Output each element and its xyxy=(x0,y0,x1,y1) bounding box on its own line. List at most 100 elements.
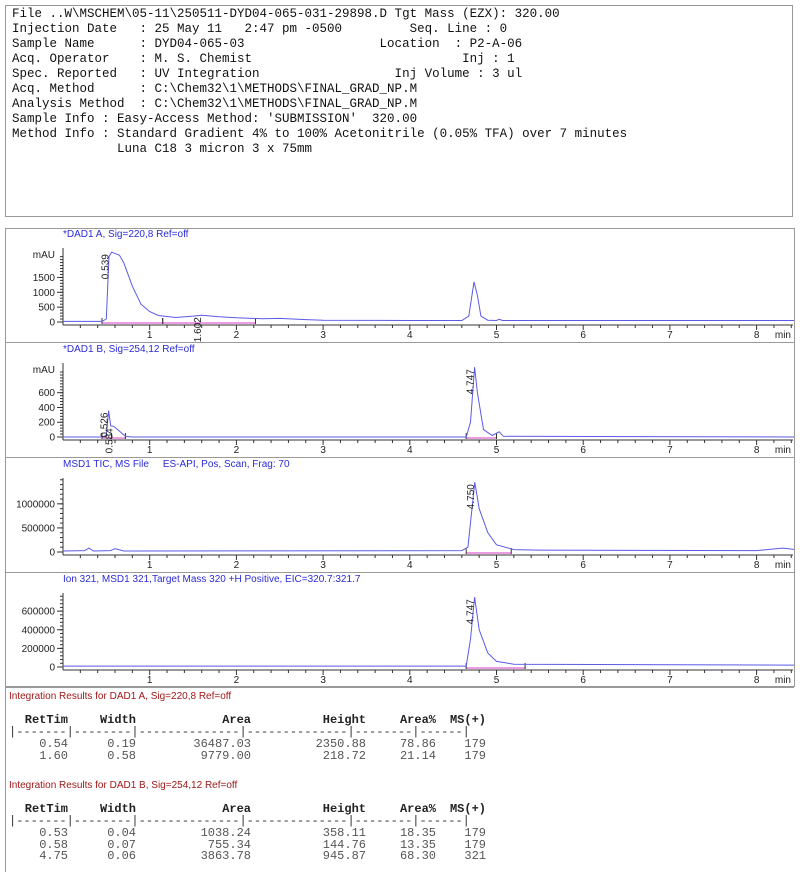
x-tick-label: 5 xyxy=(494,330,500,341)
x-tick-label: 6 xyxy=(580,445,586,456)
table-cell: 1.60 xyxy=(39,748,68,763)
header-line: Analysis Method : C:\Chem32\1\METHODS\FI… xyxy=(12,97,418,111)
peak-label: 4.747 xyxy=(466,599,477,624)
x-tick-label: 4 xyxy=(407,330,413,341)
table-cell: 3863.78 xyxy=(200,849,251,863)
table-row: 0.53 0.04 1038.24 358.11 18.35 179 xyxy=(6,826,506,840)
y-tick-label: 200 xyxy=(38,418,55,429)
x-axis-label: min xyxy=(775,445,791,456)
table-row: 4.75 0.06 3863.78 945.87 68.30 321 xyxy=(6,849,506,863)
table-title: Integration Results for DAD1 A, Sig=220,… xyxy=(9,691,232,702)
x-tick-label: 5 xyxy=(494,445,500,456)
signal-trace xyxy=(63,251,794,322)
y-tick-label: 200000 xyxy=(22,644,56,655)
y-tick-label: 0 xyxy=(49,663,55,674)
signal-trace xyxy=(62,482,794,552)
x-tick-label: 8 xyxy=(754,675,760,686)
peak-label: 0.539 xyxy=(101,254,112,279)
table-cell: 0.58 xyxy=(107,748,136,763)
peak-label: 4.750 xyxy=(466,484,477,509)
x-tick-label: 7 xyxy=(667,675,673,686)
x-tick-label: 1 xyxy=(147,330,153,341)
header-line: Acq. Method : C:\Chem32\1\METHODS\FINAL_… xyxy=(12,82,418,96)
y-tick-label: 600 xyxy=(38,388,55,399)
table-title: Integration Results for DAD1 B, Sig=254,… xyxy=(9,780,238,791)
y-tick-label: 1500 xyxy=(33,273,56,284)
table-cell: 4.75 xyxy=(39,849,68,863)
chart-plot: 1 2 3 4 5 6 7 8 min 0 500 1000 1500 mAU 0.539 1.602 xyxy=(33,248,794,342)
x-axis-label: min xyxy=(775,330,791,341)
y-tick-label: 400 xyxy=(38,403,55,414)
table-cell: 179 xyxy=(464,748,486,763)
chromatogram-panels: *DAD1 A, Sig=220,8 Ref=off 1 2 3 4 5 6 7 8 min 0 50… xyxy=(5,228,795,688)
x-tick-label: 4 xyxy=(407,445,413,456)
table-cell: 945.87 xyxy=(322,849,366,863)
x-tick-label: 1 xyxy=(147,445,153,456)
y-tick-label: 600000 xyxy=(22,607,56,618)
table-row: 1.60 0.58 9779.00 218.72 21.14 179 xyxy=(6,748,506,763)
header-line: Method Info : Standard Gradient 4% to 10… xyxy=(12,127,628,141)
table-row: 0.54 0.19 36487.03 2350.88 78.86 179 xyxy=(6,737,506,751)
x-tick-label: 7 xyxy=(667,445,673,456)
signal-trace xyxy=(63,597,794,667)
peak-label: 1.602 xyxy=(193,317,204,342)
x-tick-label: 3 xyxy=(320,560,326,571)
peak-label: 0.584 xyxy=(105,428,116,453)
x-tick-label: 4 xyxy=(407,675,413,686)
signal-trace xyxy=(63,367,794,438)
x-tick-label: 2 xyxy=(234,560,240,571)
chart-plot: 1 2 3 4 5 6 7 8 min 0 200000 400000 600000 4.747 xyxy=(22,593,794,686)
header-line: File ..W\MSCHEM\05-11\250511-DYD04-065-0… xyxy=(12,7,560,21)
table-row: 0.58 0.07 755.34 144.76 13.35 179 xyxy=(6,838,506,852)
x-axis-label: min xyxy=(775,560,791,571)
header-line: Spec. Reported : UV Integration Inj Volu… xyxy=(12,67,523,81)
header-line: Luna C18 3 micron 3 x 75mm xyxy=(12,142,313,156)
x-tick-label: 4 xyxy=(407,560,413,571)
x-tick-label: 2 xyxy=(234,330,240,341)
x-tick-label: 6 xyxy=(580,330,586,341)
y-axis-label: mAU xyxy=(33,365,55,376)
y-tick-label: 0 xyxy=(49,318,55,329)
y-tick-label: 1000 xyxy=(33,288,56,299)
x-tick-label: 3 xyxy=(320,675,326,686)
x-tick-label: 2 xyxy=(234,675,240,686)
x-tick-label: 6 xyxy=(580,675,586,686)
header-line: Acq. Operator : M. S. Chemist Inj : 1 xyxy=(12,52,515,66)
chart-plot: 1 2 3 4 5 6 7 8 min 0 500000 1000000 4.750 xyxy=(16,478,794,571)
sample-info-header: File ..W\MSCHEM\05-11\250511-DYD04-065-0… xyxy=(5,5,793,217)
y-tick-label: 400000 xyxy=(22,625,56,636)
x-tick-label: 6 xyxy=(580,560,586,571)
table-cell: 21.14 xyxy=(399,748,436,763)
table-header-row: RetTim Width Area Height Area% MS(+) xyxy=(6,713,506,727)
x-tick-label: 5 xyxy=(494,560,500,571)
table-cell: 68.30 xyxy=(399,849,436,863)
table-header-row: RetTim Width Area Height Area% MS(+) xyxy=(6,802,506,816)
x-tick-label: 3 xyxy=(320,330,326,341)
x-tick-label: 8 xyxy=(754,560,760,571)
x-axis-label: min xyxy=(775,675,791,686)
y-tick-label: 0 xyxy=(49,548,55,559)
x-tick-label: 2 xyxy=(234,445,240,456)
x-tick-label: 1 xyxy=(147,675,153,686)
y-tick-label: 500 xyxy=(38,303,55,314)
chart-panel: Ion 321, MSD1 321,Target Mass 320 +H Pos… xyxy=(6,573,794,688)
x-tick-label: 1 xyxy=(147,560,153,571)
x-tick-label: 7 xyxy=(667,560,673,571)
x-tick-label: 8 xyxy=(754,445,760,456)
integration-results: Integration Results for DAD1 A, Sig=220,… xyxy=(5,687,795,872)
y-tick-label: 1000000 xyxy=(16,499,55,510)
peak-label: 4.747 xyxy=(466,369,477,394)
header-line: Sample Info : Easy-Access Method: 'SUBMI… xyxy=(12,112,418,126)
x-tick-label: 3 xyxy=(320,445,326,456)
table-cell: 9779.00 xyxy=(200,748,251,763)
y-axis-label: mAU xyxy=(33,250,55,261)
chart-panel: *DAD1 B, Sig=254,12 Ref=off 1 2 3 4 5 6 7 8 min 0 2… xyxy=(6,343,794,458)
table-cell: 0.06 xyxy=(107,849,136,863)
chart-panel: MSD1 TIC, MS File ES-API, Pos, Scan, Fra… xyxy=(6,458,794,573)
chart-panel: *DAD1 A, Sig=220,8 Ref=off 1 2 3 4 5 6 7 8 min 0 50… xyxy=(6,228,794,343)
header-line: Sample Name : DYD04-065-03 Location : P2… xyxy=(12,37,523,51)
y-tick-label: 500000 xyxy=(22,523,56,534)
header-line: Injection Date : 25 May 11 2:47 pm -0500… xyxy=(12,22,508,36)
x-tick-label: 8 xyxy=(754,330,760,341)
chart-plot: 1 2 3 4 5 6 7 8 min0200400600mAU0.5260.5844.747 xyxy=(33,363,794,456)
